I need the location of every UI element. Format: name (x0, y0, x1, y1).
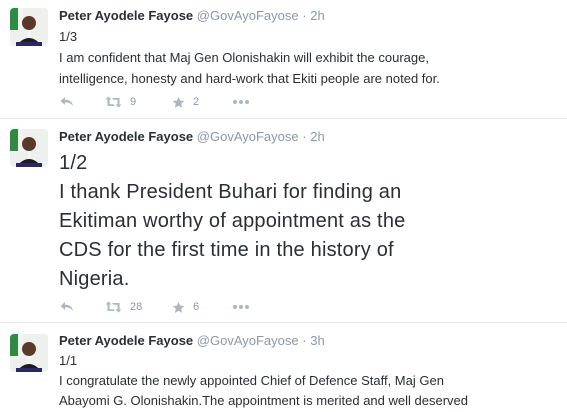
tweet-timestamp[interactable]: 2h (310, 129, 324, 144)
tweet-header: Peter Ayodele Fayose @GovAyoFayose · 3h (59, 332, 325, 350)
tweet-actions: 28 6 (60, 298, 280, 316)
retweet-button[interactable]: 9 (105, 93, 136, 111)
tweet-text: 1/2 I thank President Buhari for finding… (59, 152, 406, 290)
separator: · (302, 333, 307, 348)
favorite-count: 6 (193, 301, 200, 313)
author-handle[interactable]: @GovAyoFayose (197, 333, 299, 348)
avatar[interactable] (10, 334, 48, 372)
tweet-text: 1/3 I am confident that Maj Gen Olonisha… (59, 29, 440, 86)
tweet-timeline: Peter Ayodele Fayose @GovAyoFayose · 2h … (0, 0, 567, 412)
author-handle[interactable]: @GovAyoFayose (197, 8, 299, 23)
retweet-button[interactable]: 28 (105, 298, 142, 316)
tweet-text: 1/1 I congratulate the newly appointed C… (59, 353, 468, 408)
tweet[interactable]: Peter Ayodele Fayose @GovAyoFayose · 2h … (0, 0, 567, 119)
more-icon (233, 100, 249, 104)
star-icon (172, 301, 185, 313)
tweet-header: Peter Ayodele Fayose @GovAyoFayose · 2h (59, 7, 325, 25)
retweet-icon (105, 301, 122, 313)
avatar[interactable] (10, 8, 48, 46)
tweet[interactable]: Peter Ayodele Fayose @GovAyoFayose · 2h … (0, 119, 567, 323)
favorite-button[interactable]: 6 (172, 298, 199, 316)
separator: · (302, 8, 307, 23)
author-name[interactable]: Peter Ayodele Fayose (59, 8, 193, 23)
retweet-count: 9 (130, 96, 137, 108)
star-icon (172, 96, 185, 108)
tweet-header: Peter Ayodele Fayose @GovAyoFayose · 2h (59, 128, 325, 146)
avatar[interactable] (10, 129, 48, 167)
retweet-count: 28 (130, 301, 143, 313)
more-icon (233, 305, 249, 309)
reply-button[interactable] (60, 93, 74, 111)
reply-button[interactable] (60, 298, 74, 316)
reply-icon (60, 97, 73, 106)
tweet-timestamp[interactable]: 2h (310, 8, 324, 23)
more-button[interactable] (232, 93, 250, 111)
tweet-timestamp[interactable]: 3h (310, 333, 324, 348)
tweet[interactable]: Peter Ayodele Fayose @GovAyoFayose · 3h … (0, 323, 567, 412)
favorite-count: 2 (193, 96, 200, 108)
favorite-button[interactable]: 2 (172, 93, 199, 111)
author-name[interactable]: Peter Ayodele Fayose (59, 129, 193, 144)
more-button[interactable] (232, 298, 250, 316)
retweet-icon (105, 96, 122, 108)
separator: · (302, 129, 307, 144)
reply-icon (60, 302, 73, 311)
author-handle[interactable]: @GovAyoFayose (197, 129, 299, 144)
tweet-actions: 9 2 (60, 93, 280, 111)
author-name[interactable]: Peter Ayodele Fayose (59, 333, 193, 348)
